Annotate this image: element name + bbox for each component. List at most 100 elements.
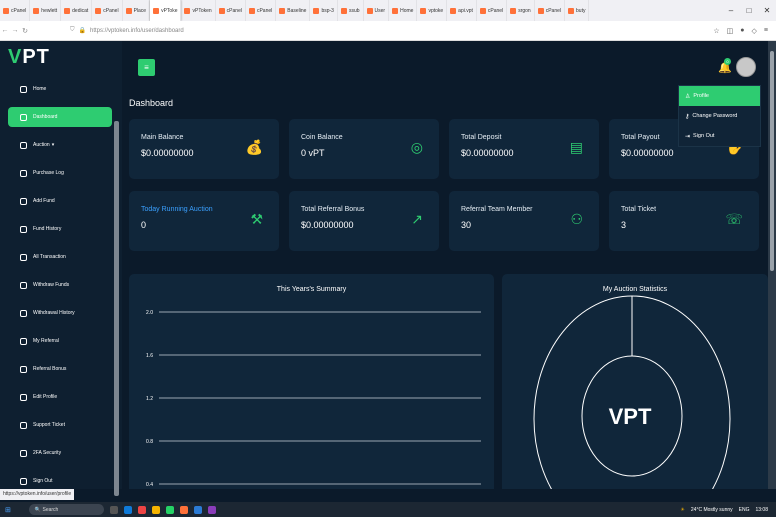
dropdown-item-label: Change Password	[692, 113, 738, 119]
sidebar-item-sign-out[interactable]: Sign Out	[8, 471, 112, 491]
close-window-icon[interactable]: ✕	[758, 6, 776, 15]
browser-tab[interactable]: ssub	[338, 0, 364, 21]
sidebar-item-fund-history[interactable]: Fund History	[8, 219, 112, 239]
browser-tab[interactable]: dedicat	[61, 0, 93, 21]
sidebar: VPT Home Dashboard Auction ▾ Purchase Log Ad…	[0, 41, 122, 496]
windows-start-icon[interactable]: ⊞	[5, 506, 11, 514]
sidebar-item-edit-profile[interactable]: Edit Profile	[8, 387, 112, 407]
sidebar-item-all-transaction[interactable]: All Transaction	[8, 247, 112, 267]
extensions-icon[interactable]: ◇	[752, 27, 757, 35]
browser-tab[interactable]: vptoke	[417, 0, 448, 21]
sidebar-scrollbar[interactable]	[114, 121, 119, 496]
sidebar-item-add-fund[interactable]: Add Fund	[8, 191, 112, 211]
bookmark-star-icon[interactable]: ☆	[713, 27, 719, 35]
sidebar-item-withdrawal-history[interactable]: Withdrawal History	[8, 303, 112, 323]
dropdown-item-change-password[interactable]: ⚷ Change Password	[679, 106, 760, 126]
browser-tab[interactable]: cPanel	[92, 0, 123, 21]
account-icon[interactable]: ●	[740, 27, 744, 35]
sidebar-item-auction[interactable]: Auction ▾	[8, 135, 112, 155]
stat-card-label: Coin Balance	[301, 134, 343, 141]
menu-toggle-button[interactable]: ≡	[138, 59, 155, 76]
browser-tab[interactable]: User	[364, 0, 390, 21]
browser-tab[interactable]: bsp-3	[310, 0, 338, 21]
reload-icon[interactable]: ↻	[20, 27, 30, 35]
logo[interactable]: VPT	[8, 46, 50, 69]
browser-tab[interactable]: cPanel	[0, 0, 31, 21]
sidebar-item-label: Support Ticket	[33, 422, 65, 428]
minimize-icon[interactable]: –	[722, 6, 740, 15]
firefox-icon[interactable]	[179, 505, 188, 514]
notification-bell-icon[interactable]: 🔔 0	[718, 58, 732, 74]
browser-tab[interactable]: cPanel	[216, 0, 246, 21]
stat-card-value: 30	[461, 220, 472, 230]
browser-tab[interactable]: srgon	[507, 0, 535, 21]
tab-label: ssub	[348, 7, 360, 14]
browser-tab[interactable]: cPanel	[535, 0, 566, 21]
forward-icon[interactable]: →	[10, 27, 20, 34]
user-icon: ♙	[685, 93, 691, 100]
task-view-icon[interactable]	[109, 505, 118, 514]
browser-tab[interactable]: Place	[123, 0, 151, 21]
page-scrollbar[interactable]	[768, 41, 776, 489]
app-icon[interactable]	[207, 505, 216, 514]
language-indicator[interactable]: ENG	[739, 507, 750, 513]
browser-tab[interactable]: buty	[565, 0, 590, 21]
tab-favicon-icon	[184, 7, 191, 14]
sidebar-item-label: All Transaction	[33, 254, 66, 260]
sidebar-item-withdraw-funds[interactable]: Withdraw Funds	[8, 275, 112, 295]
stat-card-label[interactable]: Today Running Auction	[141, 206, 213, 213]
sidebar-item-label: Sign Out	[33, 478, 53, 484]
sidebar-item-label: Add Fund	[33, 198, 55, 204]
browser-tab[interactable]: vPToken	[181, 0, 216, 21]
sidebar-item-label: Fund History	[33, 226, 62, 232]
dropdown-item-sign-out[interactable]: ⇥ Sign Out	[679, 126, 760, 146]
browser-tab[interactable]: api.vpt	[447, 0, 477, 21]
sidebar-item-referral-bonus[interactable]: Referral Bonus	[8, 359, 112, 379]
taskbar-search[interactable]: 🔍 Search	[28, 504, 104, 515]
edge-icon[interactable]	[123, 505, 132, 514]
folder-icon[interactable]	[151, 505, 160, 514]
browser-tab[interactable]: vPToke	[150, 0, 182, 21]
logout-icon	[20, 477, 27, 485]
stat-card: Today Running Auction 0 ⚒	[129, 191, 279, 251]
vscode-icon[interactable]	[193, 505, 202, 514]
menu-icon[interactable]: ≡	[764, 27, 768, 35]
pocket-icon[interactable]: ◫	[727, 27, 734, 35]
sidebar-item-label: Dashboard	[33, 114, 58, 120]
summary-panel: This Years's Summary 2.0 1.6 1.2 0.8 0.4	[129, 274, 494, 489]
withdraw-icon	[20, 281, 27, 289]
chevron-down-icon: ▾	[51, 142, 55, 148]
back-icon[interactable]: ←	[0, 27, 10, 34]
tab-label: api.vpt	[458, 7, 473, 14]
browser-tab[interactable]: cPanel	[246, 0, 277, 21]
sidebar-item-dashboard[interactable]: Dashboard	[8, 107, 112, 127]
browser-tab[interactable]: Home	[389, 0, 418, 21]
chrome-icon[interactable]	[137, 505, 146, 514]
weather-text: 24°C Mostly sunny	[690, 506, 733, 513]
coins-icon: ◎	[410, 139, 423, 155]
maximize-icon[interactable]: □	[740, 6, 758, 15]
stat-card-value: $0.00000000	[141, 148, 194, 158]
sidebar-item-purchase-log[interactable]: Purchase Log	[8, 163, 112, 183]
profile-dropdown: ♙ Profile ⚷ Change Password ⇥ Sign Out	[678, 85, 761, 147]
browser-tab[interactable]: Baseline	[276, 0, 311, 21]
browser-tab[interactable]: hewlett	[30, 0, 62, 21]
whatsapp-icon[interactable]	[165, 505, 174, 514]
sidebar-item-2fa-security[interactable]: 2FA Security	[8, 443, 112, 463]
sidebar-item-home[interactable]: Home	[8, 79, 112, 99]
tab-favicon-icon	[64, 7, 71, 14]
sidebar-item-support-ticket[interactable]: Support Ticket	[8, 415, 112, 435]
tab-favicon-icon	[3, 7, 9, 14]
browser-tab[interactable]: cPanel	[477, 0, 508, 21]
dashboard-icon	[20, 113, 27, 121]
y-tick-label: 1.2	[146, 396, 153, 402]
dropdown-item-profile[interactable]: ♙ Profile	[679, 86, 760, 106]
share-icon: ↗	[411, 211, 423, 227]
tab-favicon-icon	[340, 7, 347, 14]
y-tick-label: 2.0	[146, 310, 153, 316]
tab-favicon-icon	[568, 7, 575, 14]
avatar[interactable]	[736, 57, 756, 77]
sidebar-item-my-referral[interactable]: My Referral	[8, 331, 112, 351]
url-field[interactable]: ⛉ 🔒 https://vptoken.info/user/dashboard	[70, 24, 713, 38]
logo-v: V	[8, 46, 23, 68]
